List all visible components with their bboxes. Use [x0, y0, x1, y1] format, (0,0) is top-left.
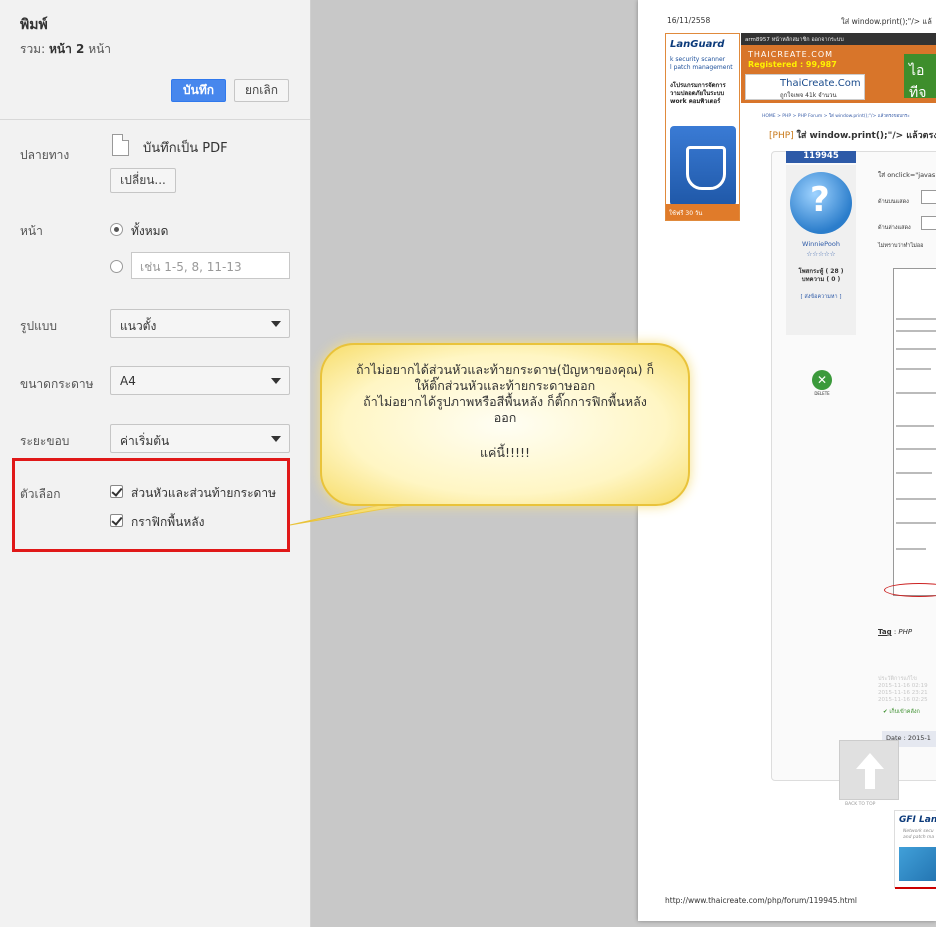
- callout-line: ถ้าไม่อยากได้รูปภาพหรือสีพื้นหลัง ก็ติ๊ก…: [363, 394, 647, 409]
- callout-line: แค่นี้!!!!!: [479, 445, 531, 460]
- callout-line: ออก: [493, 410, 517, 425]
- annotation-callout: ถ้าไม่อยากได้ส่วนหัวและท้ายกระดาษ(ปัญหาข…: [320, 343, 690, 506]
- callout-spacer: [334, 426, 676, 445]
- callout-line: ให้ติ๊กส่วนหัวและท้ายกระดาษออก: [414, 378, 596, 393]
- callout-line: ถ้าไม่อยากได้ส่วนหัวและท้ายกระดาษ(ปัญหาข…: [355, 362, 655, 377]
